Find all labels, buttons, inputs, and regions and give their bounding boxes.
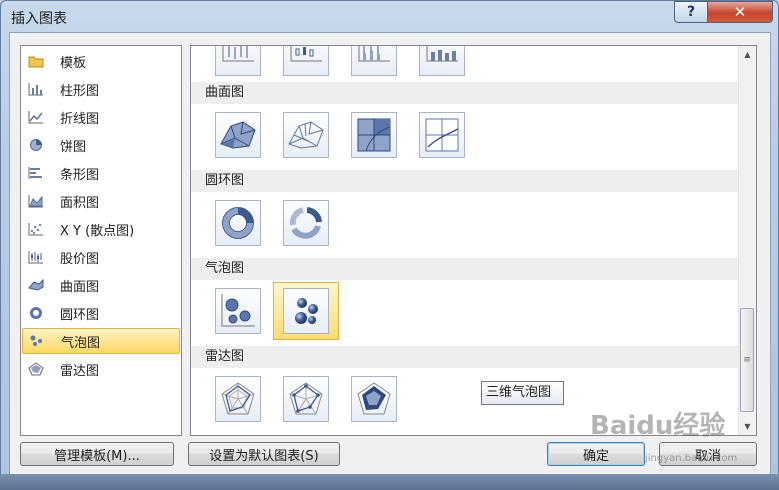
tooltip-3d-bubble: 三维气泡图: [481, 381, 564, 405]
category-label: 股价图: [60, 251, 100, 267]
category-item-pie[interactable]: 饼图: [22, 132, 180, 158]
category-label: 饼图: [60, 139, 87, 155]
thumb-wireframe-contour[interactable]: [419, 112, 465, 158]
area-chart-icon: [28, 194, 44, 208]
line-chart-icon: [28, 110, 44, 124]
category-item-template[interactable]: 模板: [22, 48, 180, 74]
category-item-area[interactable]: 面积图: [22, 188, 180, 214]
doughnut-chart-icon: [28, 306, 44, 320]
thumb-contour[interactable]: [351, 112, 397, 158]
thumb-wireframe-surface[interactable]: [283, 112, 329, 158]
thumb-exploded-doughnut[interactable]: [283, 200, 329, 246]
radar-chart-icon: [28, 362, 44, 376]
category-label: 柱形图: [60, 83, 100, 99]
pie-chart-icon: [28, 138, 44, 152]
manage-templates-button[interactable]: 管理模板(M)...: [20, 442, 174, 466]
category-item-doughnut[interactable]: 圆环图: [22, 300, 180, 326]
category-item-scatter[interactable]: X Y (散点图): [22, 216, 180, 242]
category-item-stock[interactable]: 股价图: [22, 244, 180, 270]
category-item-bar[interactable]: 条形图: [22, 160, 180, 186]
category-label: 曲面图: [60, 279, 100, 295]
baidu-watermark-url: jingyan.baidu.com: [645, 453, 738, 464]
thumb-stock-2[interactable]: [283, 46, 329, 76]
category-label: X Y (散点图): [60, 223, 135, 239]
category-label: 雷达图: [60, 363, 100, 379]
scroll-up-arrow-icon[interactable]: ▲: [739, 46, 756, 63]
scrollbar-thumb[interactable]: ≡: [740, 308, 754, 412]
category-item-radar[interactable]: 雷达图: [22, 356, 180, 382]
thumb-radar-markers[interactable]: [283, 376, 329, 422]
category-label: 气泡图: [61, 335, 101, 351]
thumb-stock-1[interactable]: [215, 46, 261, 76]
thumb-stock-4[interactable]: [419, 46, 465, 76]
help-button[interactable]: ?: [674, 1, 708, 23]
column-chart-icon: [28, 82, 44, 96]
chart-category-list[interactable]: 模板 柱形图 折线图 饼图 条形图 面积图 X Y (散点图) 股价图 曲面图 …: [20, 45, 182, 436]
section-header-surface: 曲面图: [191, 82, 738, 104]
folder-icon: [28, 54, 44, 68]
category-item-bubble[interactable]: 气泡图: [22, 328, 180, 354]
title-bar[interactable]: 插入图表 ? ✕: [1, 1, 778, 33]
thumb-bubble[interactable]: [215, 288, 261, 334]
chart-gallery[interactable]: 曲面图 圆环图 气泡图 三维气泡图 雷达图 ▲ ≡ ▼: [190, 45, 757, 436]
category-item-surface[interactable]: 曲面图: [22, 272, 180, 298]
thumb-radar[interactable]: [215, 376, 261, 422]
category-item-line[interactable]: 折线图: [22, 104, 180, 130]
bubble-chart-icon: [29, 334, 45, 348]
section-header-radar: 雷达图: [191, 346, 738, 368]
category-label: 圆环图: [60, 307, 100, 323]
thumb-3d-surface[interactable]: [215, 112, 261, 158]
section-header-bubble: 气泡图: [191, 258, 738, 280]
surface-chart-icon: [28, 278, 44, 292]
close-button[interactable]: ✕: [707, 1, 773, 23]
thumb-stock-3[interactable]: [351, 46, 397, 76]
bar-chart-icon: [28, 166, 44, 180]
section-header-doughnut: 圆环图: [191, 170, 738, 192]
category-label: 面积图: [60, 195, 100, 211]
category-label: 模板: [60, 55, 87, 71]
thumb-filled-radar[interactable]: [351, 376, 397, 422]
thumb-3d-bubble[interactable]: [283, 288, 329, 334]
thumb-doughnut[interactable]: [215, 200, 261, 246]
scatter-chart-icon: [28, 222, 44, 236]
background-taskbar-strip: [0, 474, 779, 490]
gallery-scrollbar[interactable]: ▲ ≡ ▼: [738, 46, 756, 435]
set-default-chart-button[interactable]: 设置为默认图表(S): [188, 442, 340, 466]
category-label: 折线图: [60, 111, 100, 127]
stock-chart-icon: [28, 250, 44, 264]
category-item-column[interactable]: 柱形图: [22, 76, 180, 102]
thumb-3d-bubble-selected[interactable]: [273, 282, 339, 340]
category-label: 条形图: [60, 167, 100, 183]
dialog-title: 插入图表: [11, 11, 67, 27]
